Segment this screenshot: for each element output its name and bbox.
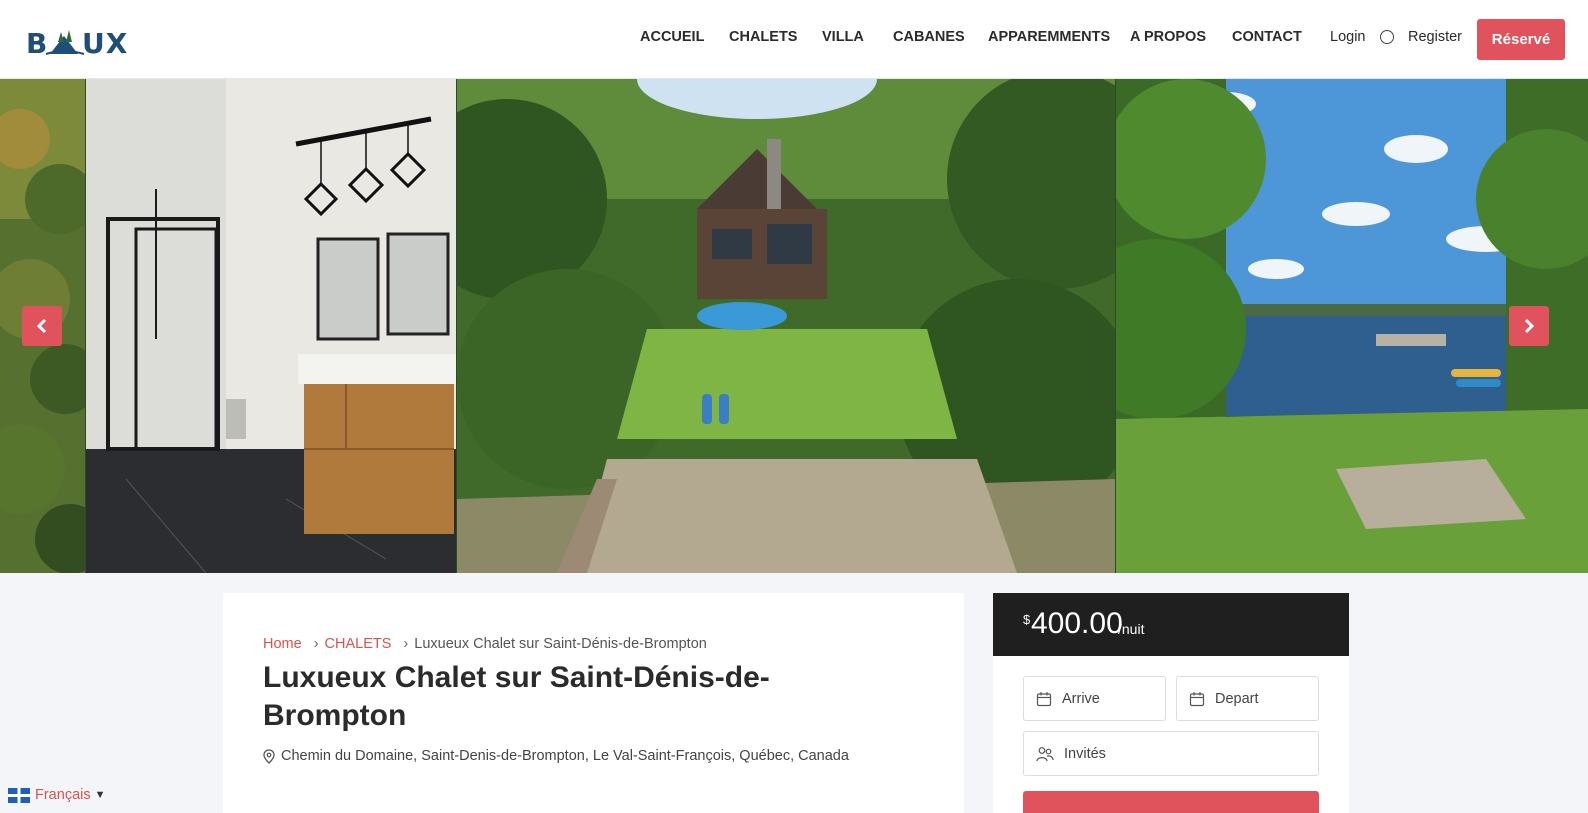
quebec-flag-icon: [8, 787, 30, 803]
nav-apparemments[interactable]: APPAREMMENTS: [988, 29, 1110, 45]
price-unit: /nuit: [1118, 621, 1145, 637]
price-currency: $: [1023, 612, 1031, 627]
login-link[interactable]: Login: [1330, 29, 1365, 45]
listing-title: Luxueux Chalet sur Saint-Dénis-de-Brompt…: [263, 661, 770, 732]
nav-contact[interactable]: CONTACT: [1232, 29, 1302, 45]
logo-mark: B UX: [26, 27, 128, 60]
guests-field[interactable]: Invités: [1023, 731, 1319, 776]
breadcrumb-current: Luxueux Chalet sur Saint-Dénis-de-Brompt…: [414, 636, 707, 652]
depart-placeholder: Depart: [1215, 690, 1259, 707]
gallery-photo-chalet[interactable]: [457, 79, 1115, 573]
svg-text:UX: UX: [82, 27, 128, 60]
guests-placeholder: Invités: [1064, 745, 1106, 762]
arrive-placeholder: Arrive: [1062, 690, 1100, 707]
breadcrumb: Home › CHALETS › Luxueux Chalet sur Saint-Dé…: [263, 636, 707, 652]
nav-cabanes[interactable]: CABANES: [893, 29, 965, 45]
chevron-left-icon: [36, 318, 47, 334]
caret-down-icon: ▼: [94, 789, 106, 801]
photo-gallery: [0, 79, 1588, 573]
nav-villa[interactable]: VILLA: [822, 29, 864, 45]
address-text: Chemin du Domaine, Saint-Denis-de-Brompt…: [281, 748, 849, 764]
gallery-photo-bathroom[interactable]: [86, 79, 456, 573]
breadcrumb-separator: ›: [403, 636, 409, 652]
booking-form: Arrive Depart Invités: [993, 656, 1349, 813]
nav-accueil[interactable]: ACCUEIL: [640, 29, 704, 45]
breadcrumb-category[interactable]: CHALETS: [325, 636, 392, 652]
site-logo[interactable]: B UX: [24, 20, 136, 60]
language-switcher[interactable]: Français ▼: [8, 787, 106, 803]
listing-address: Chemin du Domaine, Saint-Denis-de-Brompt…: [263, 748, 849, 764]
gallery-next-button[interactable]: [1509, 306, 1549, 346]
chevron-right-icon: [1524, 318, 1535, 334]
gallery-prev-button[interactable]: [22, 306, 62, 346]
book-submit-button[interactable]: [1023, 791, 1319, 813]
reserve-button[interactable]: Réservé: [1477, 19, 1565, 60]
nav-a-propos[interactable]: A PROPOS: [1130, 29, 1206, 45]
guests-icon: [1036, 746, 1054, 762]
calendar-icon: [1036, 691, 1052, 707]
map-pin-icon: [263, 748, 275, 764]
calendar-icon: [1189, 691, 1205, 707]
svg-text:B: B: [26, 27, 48, 60]
depart-date-field[interactable]: Depart: [1176, 676, 1319, 721]
site-header: B UX ACCUEIL CHALETS VILLA CABANES APPAR…: [0, 0, 1588, 79]
price-value: 400.00: [1031, 607, 1123, 640]
price-panel: $ 400.00 /nuit: [993, 593, 1349, 656]
breadcrumb-home[interactable]: Home: [263, 636, 302, 652]
arrive-date-field[interactable]: Arrive: [1023, 676, 1166, 721]
register-link[interactable]: Register: [1408, 29, 1462, 45]
nav-chalets[interactable]: CHALETS: [729, 29, 797, 45]
breadcrumb-separator: ›: [313, 636, 319, 652]
listing-card: Home › CHALETS › Luxueux Chalet sur Saint-Dé…: [223, 593, 964, 813]
language-label: Français: [35, 787, 91, 803]
user-circle-icon: [1380, 30, 1394, 44]
